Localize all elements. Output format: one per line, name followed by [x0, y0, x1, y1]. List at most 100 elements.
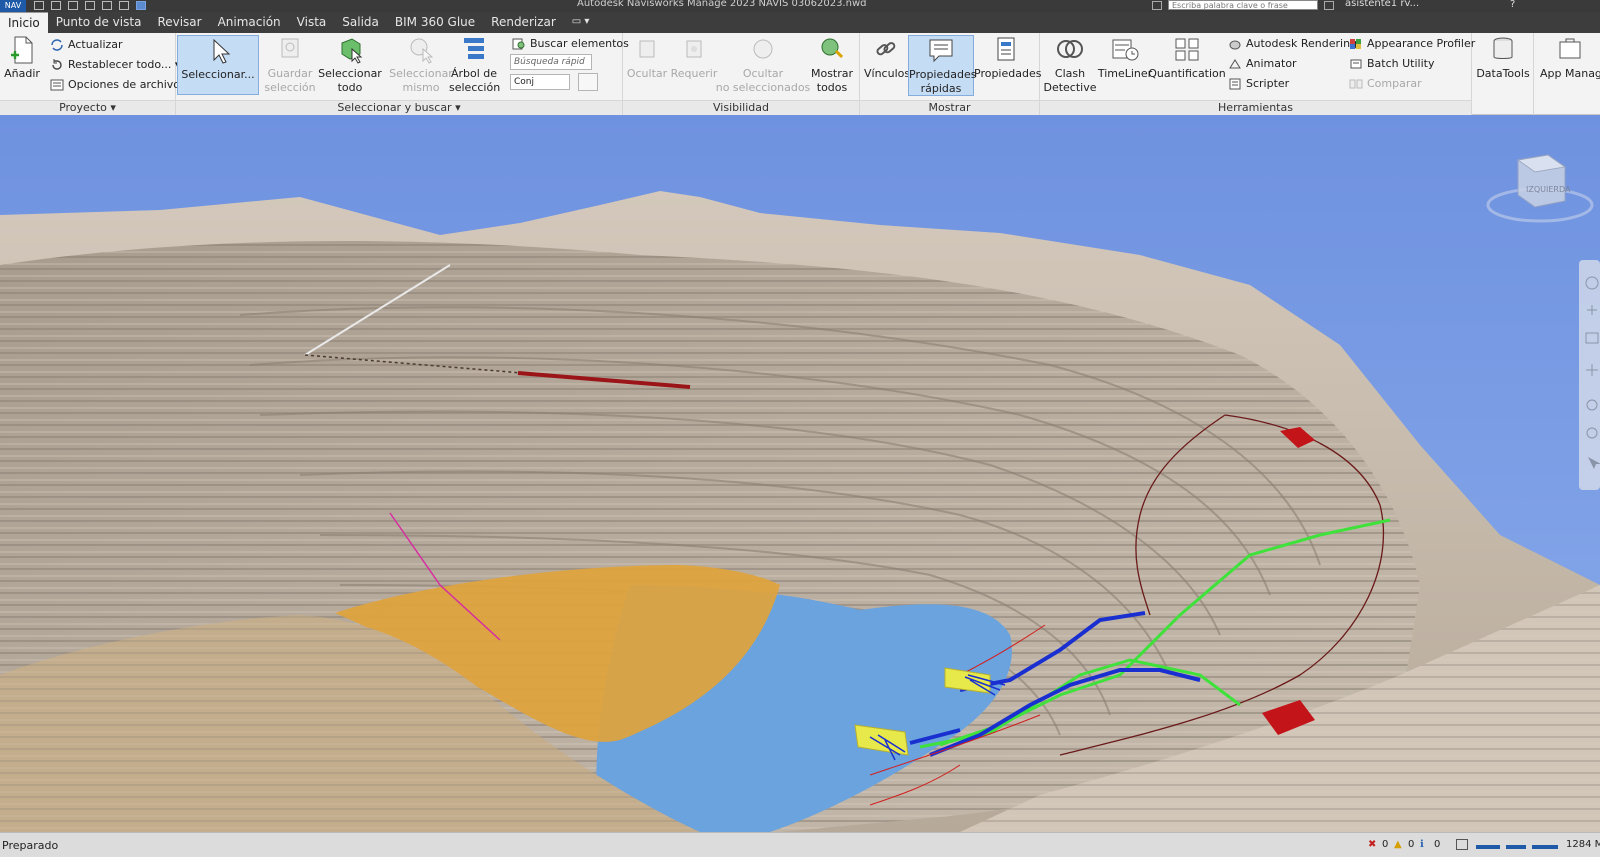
- tab-bim360-glue[interactable]: BIM 360 Glue: [387, 12, 483, 33]
- timeliner-button[interactable]: TimeLiner: [1096, 35, 1154, 81]
- mostrar-todos-label-1: Mostrar: [810, 67, 854, 80]
- clash-detective-icon: [1057, 40, 1083, 58]
- tab-punto-de-vista[interactable]: Punto de vista: [48, 12, 150, 33]
- performance-bar-1: [1476, 839, 1500, 849]
- propiedades-button[interactable]: Propiedades: [974, 35, 1041, 81]
- select-cursor-icon[interactable]: [136, 1, 146, 10]
- help-icon[interactable]: ?: [1510, 0, 1515, 10]
- opciones-archivo-button[interactable]: Opciones de archivo: [48, 77, 180, 93]
- tab-salida[interactable]: Salida: [334, 12, 387, 33]
- quantification-icon: [1175, 38, 1199, 61]
- info-icon[interactable]: ℹ: [1420, 839, 1424, 850]
- buscar-elementos-button[interactable]: Buscar elementos: [510, 36, 629, 52]
- info-count: 0: [1434, 839, 1441, 850]
- select-all-icon: [341, 38, 363, 64]
- panel-label-seleccionar[interactable]: Seleccionar y buscar ▾: [176, 100, 622, 115]
- save-icon[interactable]: [68, 1, 78, 10]
- tab-vista[interactable]: Vista: [289, 12, 335, 33]
- ribbon-minimize-button[interactable]: ▭ ▾: [564, 12, 598, 33]
- error-icon[interactable]: ✖: [1368, 839, 1376, 850]
- quantification-button[interactable]: Quantification: [1148, 35, 1226, 81]
- open-pit-mine-model[interactable]: IZQUIERDA: [0, 115, 1600, 832]
- app-manager-icon: [1559, 38, 1581, 59]
- select-same-icon: [410, 38, 434, 64]
- compare-icon: [1349, 79, 1363, 89]
- autodesk-rendering-label: Autodesk Rendering: [1246, 37, 1358, 50]
- keyword-search-input[interactable]: Escriba palabra clave o frase: [1168, 0, 1318, 10]
- undo-icon[interactable]: [102, 1, 112, 10]
- tab-inicio[interactable]: Inicio: [0, 12, 48, 33]
- busqueda-rapida-input[interactable]: Búsqueda rápid: [510, 54, 592, 70]
- requerir-button[interactable]: Requerir: [669, 35, 719, 81]
- tab-animacion[interactable]: Animación: [210, 12, 289, 33]
- tab-renderizar[interactable]: Renderizar: [483, 12, 564, 33]
- datatools-button[interactable]: DataTools: [1474, 35, 1532, 81]
- sheet-browser-icon[interactable]: [1456, 839, 1468, 850]
- comparar-button[interactable]: Comparar: [1347, 76, 1422, 92]
- window-title: Autodesk Navisworks Manage 2023 NAVIS 03…: [577, 0, 867, 9]
- arbol-seleccion-button[interactable]: Árbol de selección: [449, 35, 500, 95]
- panel-visibilidad: Ocultar Requerir Ocultar no seleccionado…: [623, 33, 860, 115]
- scripter-label: Scripter: [1246, 77, 1290, 90]
- 3d-viewport[interactable]: IZQUIERDA: [0, 115, 1600, 832]
- seleccionar-mismo-label-1: Seleccionar: [389, 67, 453, 80]
- restablecer-button[interactable]: Restablecer todo... ▾: [48, 57, 180, 73]
- batch-utility-icon: [1350, 59, 1362, 69]
- redo-icon[interactable]: [119, 1, 129, 10]
- link-chain-icon: [876, 42, 896, 56]
- appearance-profiler-icon: [1350, 39, 1361, 49]
- performance-bar-3: [1532, 839, 1558, 849]
- clash-detective-button[interactable]: Clash Detective: [1042, 35, 1098, 95]
- conjuntos-dropdown[interactable]: Conj: [510, 74, 570, 90]
- navigation-bar[interactable]: [1579, 260, 1600, 490]
- buscar-label: Buscar elementos: [530, 37, 629, 50]
- seleccionar-todo-button[interactable]: Seleccionar todo: [314, 35, 386, 95]
- requerir-label: Requerir: [670, 67, 718, 80]
- seleccionar-mismo-button[interactable]: Seleccionar mismo: [386, 35, 456, 95]
- clash-label-1: Clash: [1054, 67, 1086, 80]
- batch-utility-button[interactable]: Batch Utility: [1347, 56, 1434, 72]
- animator-button[interactable]: Animator: [1226, 56, 1297, 72]
- panel-seleccionar-buscar: Seleccionar... Guardar selección Selecci…: [176, 33, 629, 115]
- autodesk-rendering-button[interactable]: Autodesk Rendering: [1226, 36, 1357, 52]
- search-arrow-icon[interactable]: [1152, 1, 1162, 10]
- viewcube-face-label: IZQUIERDA: [1526, 185, 1571, 194]
- ocultar-no-seleccionados-button[interactable]: Ocultar no seleccionados: [715, 35, 811, 95]
- find-items-icon: [512, 38, 525, 50]
- appearance-profiler-button[interactable]: Appearance Profiler: [1347, 36, 1475, 52]
- binoculars-icon[interactable]: [1324, 1, 1334, 10]
- print-icon[interactable]: [85, 1, 95, 10]
- actualizar-button[interactable]: Actualizar: [48, 37, 123, 53]
- guardar-seleccion-button[interactable]: Guardar selección: [260, 35, 320, 95]
- app-manager-button[interactable]: App Manager: [1540, 35, 1600, 81]
- properties-icon: [997, 37, 1015, 61]
- seleccionar-button[interactable]: Seleccionar...: [177, 35, 259, 95]
- warning-icon[interactable]: ▲: [1394, 839, 1402, 850]
- open-file-icon[interactable]: [51, 1, 61, 10]
- vinculos-button[interactable]: Vínculos: [864, 35, 910, 81]
- restablecer-label: Restablecer todo... ▾: [68, 58, 181, 71]
- save-selection-icon: [281, 38, 299, 58]
- tab-revisar[interactable]: Revisar: [149, 12, 209, 33]
- add-file-icon: [11, 36, 33, 64]
- mostrar-todos-button[interactable]: Mostrar todos: [806, 35, 858, 95]
- ocultar-label: Ocultar: [626, 67, 668, 80]
- unhide-all-icon: [821, 38, 844, 59]
- ocultar-button[interactable]: Ocultar: [626, 35, 668, 81]
- require-icon: [686, 40, 702, 58]
- new-file-icon[interactable]: [34, 1, 44, 10]
- panel-label-proyecto[interactable]: Proyecto ▾: [0, 100, 175, 115]
- app-logo[interactable]: NAV: [0, 0, 26, 12]
- guardar-label-1: Guardar: [267, 67, 313, 80]
- seleccionar-todo-label-1: Seleccionar: [318, 67, 382, 80]
- reset-icon: [52, 59, 62, 70]
- panel-label-visibilidad: Visibilidad: [623, 100, 859, 115]
- app-manager-label: App Manager: [1540, 67, 1600, 80]
- quick-access-toolbar: [34, 1, 146, 10]
- hide-icon: [639, 40, 655, 58]
- sets-manage-button[interactable]: [578, 73, 598, 91]
- anadir-button[interactable]: Añadir: [2, 35, 42, 81]
- propiedades-rapidas-button[interactable]: Propiedades rápidas: [908, 35, 976, 96]
- scripter-button[interactable]: Scripter: [1226, 76, 1289, 92]
- user-account[interactable]: asistente1 rv...: [1345, 0, 1419, 9]
